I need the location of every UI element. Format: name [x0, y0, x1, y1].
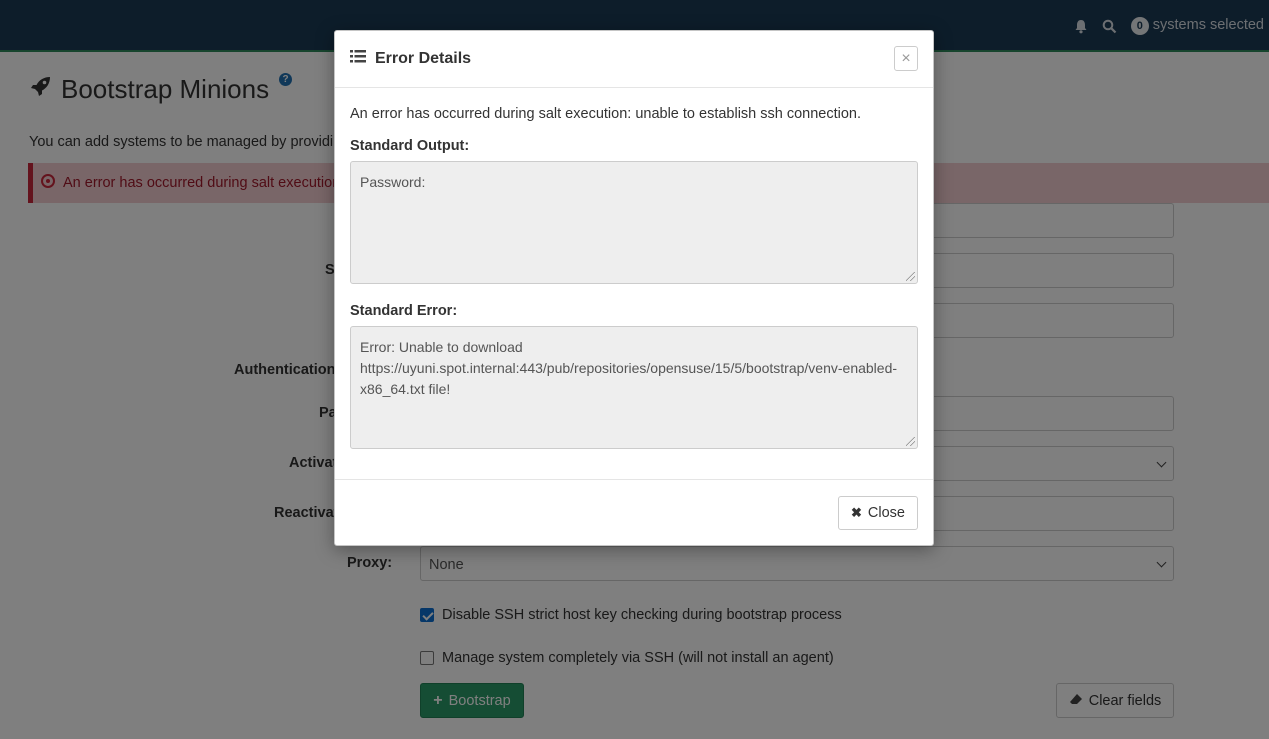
modal-title-text: Error Details: [375, 50, 472, 67]
close-button[interactable]: ✖ Close: [838, 496, 918, 530]
error-message: An error has occurred during salt execut…: [350, 106, 862, 122]
resize-grip-icon[interactable]: [906, 437, 915, 446]
stdout-text: Password:: [360, 174, 426, 190]
modal-header: Error Details ×: [335, 31, 933, 88]
close-icon[interactable]: ×: [894, 46, 918, 71]
times-icon: ✖: [851, 505, 862, 520]
modal-body: An error has occurred during salt execut…: [350, 106, 918, 449]
stderr-text: Error: Unable to download https://uyuni.…: [360, 339, 898, 397]
modal-footer: ✖ Close: [335, 479, 933, 545]
stdout-textarea[interactable]: Password:: [350, 161, 918, 284]
stdout-label: Standard Output:: [350, 138, 470, 154]
error-details-modal: Error Details × An error has occurred du…: [334, 30, 934, 546]
list-icon: [350, 50, 366, 68]
resize-grip-icon[interactable]: [906, 272, 915, 281]
close-button-label: Close: [867, 505, 905, 521]
stderr-textarea[interactable]: Error: Unable to download https://uyuni.…: [350, 326, 918, 449]
modal-title: Error Details: [350, 50, 471, 68]
stderr-label: Standard Error:: [350, 303, 458, 319]
